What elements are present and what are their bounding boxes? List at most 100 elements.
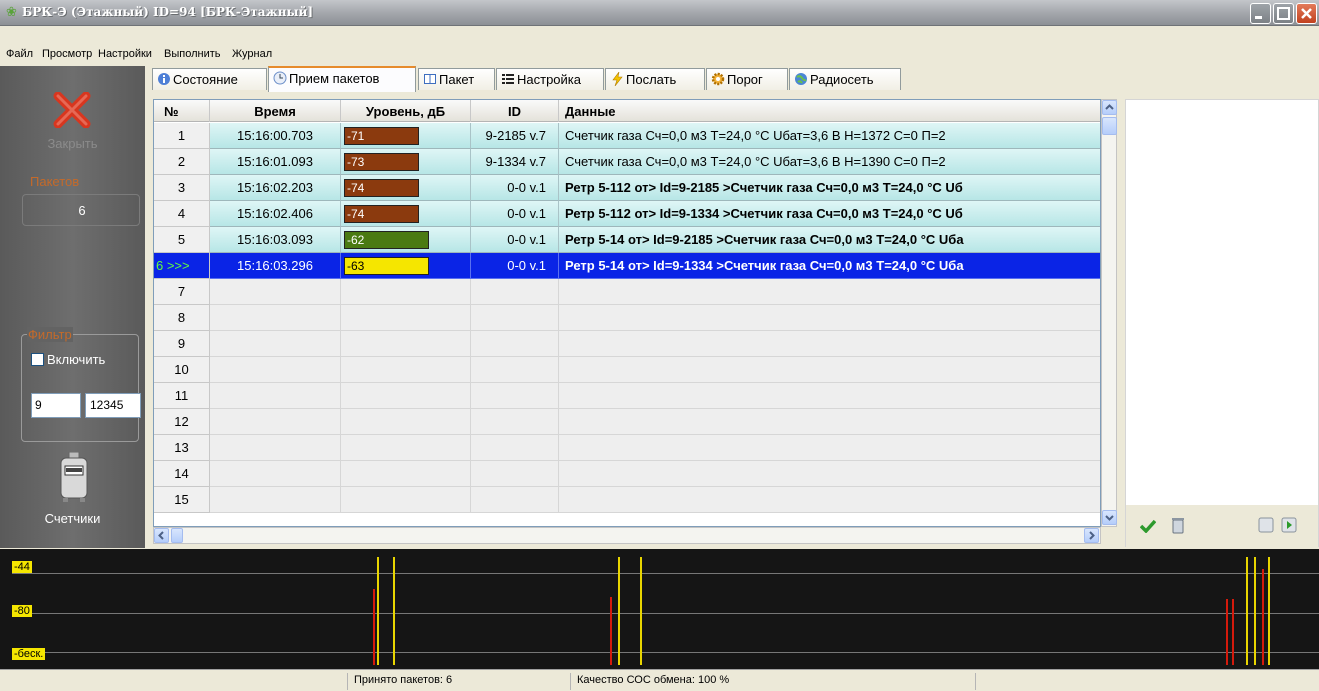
id-cell[interactable]: 0-0 v.1 [471,201,559,227]
time-cell[interactable] [210,305,341,331]
num-cell[interactable]: 1 [154,123,210,149]
tab-radio-network[interactable]: Радиосеть [789,68,901,90]
data-cell[interactable] [559,461,1100,487]
id-cell[interactable] [471,305,559,331]
data-cell[interactable] [559,487,1100,513]
table-row[interactable]: 13 [154,435,1100,461]
packets-grid[interactable]: № Время Уровень, дБ ID Данные 1 15:16:00.… [153,99,1101,527]
id-cell[interactable] [471,487,559,513]
minimize-button[interactable] [1250,3,1271,24]
filter-enable-checkbox[interactable] [31,353,44,366]
data-cell[interactable]: Ретр 5-112 от> Id=9-1334 >Счетчик газа С… [559,201,1100,227]
table-row[interactable]: 4 15:16:02.406 -74 0-0 v.1 Ретр 5-112 от> Id… [154,201,1100,227]
table-row[interactable]: 14 [154,461,1100,487]
stop-icon[interactable] [1258,517,1274,533]
tab-send[interactable]: Послать [605,68,705,90]
close-icon[interactable] [52,92,92,128]
menu-journal[interactable]: Журнал [232,48,272,60]
data-cell[interactable]: Счетчик газа Сч=0,0 м3 Т=24,0 °С Uбат=3,… [559,149,1100,175]
scroll-up-button[interactable] [1102,100,1117,115]
id-cell[interactable] [471,279,559,305]
num-cell[interactable]: 4 [154,201,210,227]
close-window-button[interactable] [1296,3,1317,24]
time-cell[interactable] [210,461,341,487]
time-cell[interactable] [210,383,341,409]
time-cell[interactable] [210,279,341,305]
id-cell[interactable] [471,383,559,409]
table-row[interactable]: 7 [154,279,1100,305]
col-num[interactable]: № [154,100,210,122]
play-icon[interactable] [1281,517,1297,533]
level-cell[interactable]: -63 [341,253,471,279]
num-cell[interactable]: 12 [154,409,210,435]
tab-settings[interactable]: Настройка [496,68,604,90]
data-cell[interactable] [559,409,1100,435]
level-cell[interactable] [341,487,471,513]
time-cell[interactable]: 15:16:01.093 [210,149,341,175]
id-cell[interactable] [471,461,559,487]
id-cell[interactable]: 0-0 v.1 [471,253,559,279]
level-cell[interactable]: -71 [341,123,471,149]
time-cell[interactable]: 15:16:03.296 [210,253,341,279]
num-cell[interactable]: 8 [154,305,210,331]
gas-meter-icon[interactable] [57,452,91,502]
level-cell[interactable]: -62 [341,227,471,253]
id-cell[interactable]: 0-0 v.1 [471,227,559,253]
id-cell[interactable] [471,409,559,435]
menu-execute[interactable]: Выполнить [164,48,220,60]
data-cell[interactable] [559,279,1100,305]
table-row[interactable]: 12 [154,409,1100,435]
level-cell[interactable]: -74 [341,175,471,201]
id-cell[interactable] [471,357,559,383]
tab-threshold[interactable]: Порог [706,68,788,90]
id-cell[interactable] [471,435,559,461]
scroll-thumb[interactable] [1102,117,1117,135]
time-cell[interactable] [210,357,341,383]
num-cell[interactable]: 15 [154,487,210,513]
level-cell[interactable]: -73 [341,149,471,175]
id-cell[interactable]: 0-0 v.1 [471,175,559,201]
data-cell[interactable]: Ретр 5-14 от> Id=9-2185 >Счетчик газа Сч… [559,227,1100,253]
data-cell[interactable] [559,331,1100,357]
horizontal-scrollbar[interactable] [153,527,1101,544]
id-cell[interactable] [471,331,559,357]
num-cell[interactable]: 13 [154,435,210,461]
maximize-button[interactable] [1273,3,1294,24]
scroll-right-button[interactable] [1084,528,1099,543]
level-cell[interactable] [341,409,471,435]
data-cell[interactable]: Ретр 5-14 от> Id=9-1334 >Счетчик газа Сч… [559,253,1100,279]
num-cell[interactable]: 11 [154,383,210,409]
level-cell[interactable] [341,331,471,357]
num-cell[interactable]: 2 [154,149,210,175]
data-cell[interactable]: Счетчик газа Сч=0,0 м3 Т=24,0 °С Uбат=3,… [559,123,1100,149]
horizontal-scroll-thumb[interactable] [171,528,183,543]
table-row[interactable]: 15 [154,487,1100,513]
data-cell[interactable] [559,435,1100,461]
num-cell[interactable]: 14 [154,461,210,487]
table-row[interactable]: 3 15:16:02.203 -74 0-0 v.1 Ретр 5-112 от> Id… [154,175,1100,201]
id-cell[interactable]: 9-2185 v.7 [471,123,559,149]
level-cell[interactable] [341,435,471,461]
filter-enable-label[interactable]: Включить [47,352,105,367]
level-cell[interactable] [341,383,471,409]
data-cell[interactable]: Ретр 5-112 от> Id=9-2185 >Счетчик газа С… [559,175,1100,201]
col-data[interactable]: Данные [559,100,1100,122]
tab-packet[interactable]: Пакет [418,68,495,90]
title-bar[interactable]: ❀ БРК-Э (Этажный) ID=94 [БРК-Этажный] [0,0,1319,26]
scroll-down-button[interactable] [1102,510,1117,525]
filter-group-input[interactable]: 9 [31,393,81,418]
time-cell[interactable] [210,435,341,461]
filter-id-input[interactable]: 12345 [85,393,141,418]
time-cell[interactable]: 15:16:00.703 [210,123,341,149]
table-row[interactable]: 6 >>> 15:16:03.296 -63 0-0 v.1 Ретр 5-14 от>… [154,253,1100,279]
scroll-left-button[interactable] [154,528,169,543]
level-cell[interactable] [341,357,471,383]
checkmark-icon[interactable] [1140,519,1156,533]
tab-receive-packets[interactable]: Прием пакетов [268,66,416,92]
trash-icon[interactable] [1171,516,1185,534]
table-row[interactable]: 2 15:16:01.093 -73 9-1334 v.7 Счетчик газа С… [154,149,1100,175]
num-cell[interactable]: 10 [154,357,210,383]
menu-file[interactable]: Файл [6,48,33,60]
num-cell[interactable]: 3 [154,175,210,201]
level-cell[interactable] [341,279,471,305]
